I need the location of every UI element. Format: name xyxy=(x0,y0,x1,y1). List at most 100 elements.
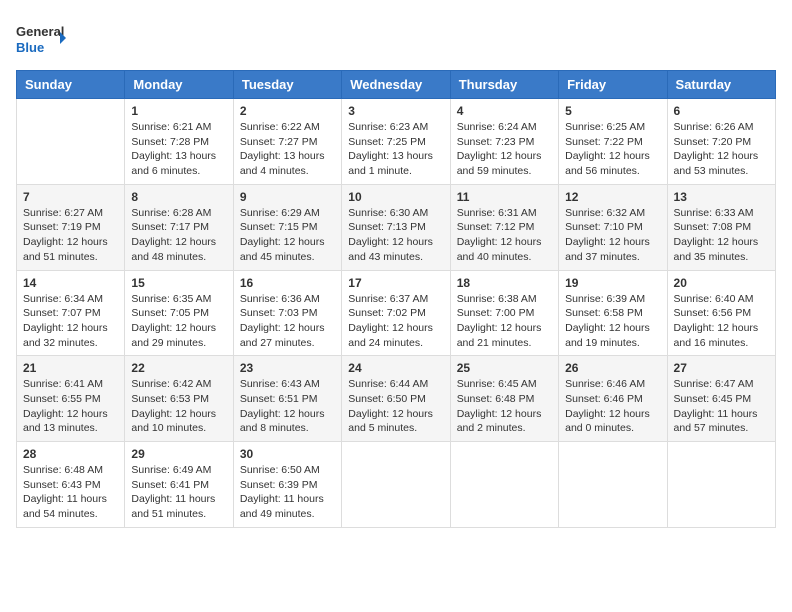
cell-info-line: Sunrise: 6:36 AM xyxy=(240,292,335,307)
cell-info-line: Sunrise: 6:26 AM xyxy=(674,120,769,135)
cell-info-line: Daylight: 12 hours xyxy=(457,321,552,336)
calendar-cell: 6Sunrise: 6:26 AMSunset: 7:20 PMDaylight… xyxy=(667,99,775,185)
cell-info-line: Sunrise: 6:25 AM xyxy=(565,120,660,135)
calendar-cell xyxy=(17,99,125,185)
cell-info-line: Daylight: 11 hours xyxy=(240,492,335,507)
page-header: GeneralBlue xyxy=(16,16,776,60)
cell-info-line: Sunset: 7:15 PM xyxy=(240,220,335,235)
calendar-cell: 28Sunrise: 6:48 AMSunset: 6:43 PMDayligh… xyxy=(17,442,125,528)
cell-info-line: Daylight: 12 hours xyxy=(23,235,118,250)
calendar-cell: 22Sunrise: 6:42 AMSunset: 6:53 PMDayligh… xyxy=(125,356,233,442)
calendar-cell: 1Sunrise: 6:21 AMSunset: 7:28 PMDaylight… xyxy=(125,99,233,185)
cell-info-line: Daylight: 12 hours xyxy=(457,149,552,164)
calendar-cell xyxy=(342,442,450,528)
cell-info-line: Sunset: 7:07 PM xyxy=(23,306,118,321)
cell-info-line: Daylight: 12 hours xyxy=(240,321,335,336)
day-number: 1 xyxy=(131,104,226,118)
cell-info-line: and 8 minutes. xyxy=(240,421,335,436)
cell-info-line: and 37 minutes. xyxy=(565,250,660,265)
day-number: 14 xyxy=(23,276,118,290)
cell-info-line: and 24 minutes. xyxy=(348,336,443,351)
cell-info-line: Daylight: 13 hours xyxy=(348,149,443,164)
cell-info-line: and 51 minutes. xyxy=(23,250,118,265)
day-number: 4 xyxy=(457,104,552,118)
cell-info-line: Sunrise: 6:22 AM xyxy=(240,120,335,135)
cell-info-line: and 19 minutes. xyxy=(565,336,660,351)
cell-info-line: Sunset: 7:13 PM xyxy=(348,220,443,235)
day-number: 9 xyxy=(240,190,335,204)
day-number: 24 xyxy=(348,361,443,375)
col-header-sunday: Sunday xyxy=(17,71,125,99)
calendar-cell: 12Sunrise: 6:32 AMSunset: 7:10 PMDayligh… xyxy=(559,184,667,270)
cell-info-line: Daylight: 11 hours xyxy=(131,492,226,507)
col-header-monday: Monday xyxy=(125,71,233,99)
day-number: 19 xyxy=(565,276,660,290)
calendar-cell: 16Sunrise: 6:36 AMSunset: 7:03 PMDayligh… xyxy=(233,270,341,356)
cell-info-line: Daylight: 13 hours xyxy=(240,149,335,164)
cell-info-line: Sunset: 6:43 PM xyxy=(23,478,118,493)
cell-info-line: Daylight: 12 hours xyxy=(348,407,443,422)
calendar-cell: 7Sunrise: 6:27 AMSunset: 7:19 PMDaylight… xyxy=(17,184,125,270)
cell-info-line: and 29 minutes. xyxy=(131,336,226,351)
calendar-cell: 9Sunrise: 6:29 AMSunset: 7:15 PMDaylight… xyxy=(233,184,341,270)
cell-info-line: Sunset: 7:28 PM xyxy=(131,135,226,150)
cell-info-line: Sunrise: 6:45 AM xyxy=(457,377,552,392)
calendar-cell: 30Sunrise: 6:50 AMSunset: 6:39 PMDayligh… xyxy=(233,442,341,528)
cell-info-line: and 0 minutes. xyxy=(565,421,660,436)
calendar-cell: 26Sunrise: 6:46 AMSunset: 6:46 PMDayligh… xyxy=(559,356,667,442)
calendar-cell: 23Sunrise: 6:43 AMSunset: 6:51 PMDayligh… xyxy=(233,356,341,442)
cell-info-line: Daylight: 12 hours xyxy=(131,407,226,422)
cell-info-line: and 40 minutes. xyxy=(457,250,552,265)
cell-info-line: Sunrise: 6:44 AM xyxy=(348,377,443,392)
cell-info-line: and 35 minutes. xyxy=(674,250,769,265)
cell-info-line: and 53 minutes. xyxy=(674,164,769,179)
cell-info-line: Sunset: 6:50 PM xyxy=(348,392,443,407)
cell-info-line: Sunrise: 6:41 AM xyxy=(23,377,118,392)
day-number: 20 xyxy=(674,276,769,290)
calendar-week-row: 28Sunrise: 6:48 AMSunset: 6:43 PMDayligh… xyxy=(17,442,776,528)
calendar-cell: 27Sunrise: 6:47 AMSunset: 6:45 PMDayligh… xyxy=(667,356,775,442)
col-header-saturday: Saturday xyxy=(667,71,775,99)
cell-info-line: Sunset: 7:05 PM xyxy=(131,306,226,321)
calendar-cell: 8Sunrise: 6:28 AMSunset: 7:17 PMDaylight… xyxy=(125,184,233,270)
cell-info-line: Sunset: 7:10 PM xyxy=(565,220,660,235)
cell-info-line: Sunrise: 6:23 AM xyxy=(348,120,443,135)
calendar-cell: 21Sunrise: 6:41 AMSunset: 6:55 PMDayligh… xyxy=(17,356,125,442)
calendar-cell xyxy=(667,442,775,528)
cell-info-line: and 6 minutes. xyxy=(131,164,226,179)
cell-info-line: Sunrise: 6:43 AM xyxy=(240,377,335,392)
col-header-tuesday: Tuesday xyxy=(233,71,341,99)
cell-info-line: Sunrise: 6:42 AM xyxy=(131,377,226,392)
cell-info-line: Sunset: 7:25 PM xyxy=(348,135,443,150)
logo: GeneralBlue xyxy=(16,16,66,60)
cell-info-line: Sunrise: 6:49 AM xyxy=(131,463,226,478)
cell-info-line: Sunrise: 6:47 AM xyxy=(674,377,769,392)
day-number: 23 xyxy=(240,361,335,375)
day-number: 12 xyxy=(565,190,660,204)
calendar-cell: 17Sunrise: 6:37 AMSunset: 7:02 PMDayligh… xyxy=(342,270,450,356)
cell-info-line: Daylight: 12 hours xyxy=(565,235,660,250)
cell-info-line: Sunset: 6:56 PM xyxy=(674,306,769,321)
cell-info-line: Sunrise: 6:48 AM xyxy=(23,463,118,478)
cell-info-line: and 59 minutes. xyxy=(457,164,552,179)
cell-info-line: Daylight: 12 hours xyxy=(457,407,552,422)
cell-info-line: Sunset: 7:17 PM xyxy=(131,220,226,235)
day-number: 21 xyxy=(23,361,118,375)
cell-info-line: Daylight: 12 hours xyxy=(348,321,443,336)
cell-info-line: Sunrise: 6:31 AM xyxy=(457,206,552,221)
calendar-cell: 13Sunrise: 6:33 AMSunset: 7:08 PMDayligh… xyxy=(667,184,775,270)
day-number: 26 xyxy=(565,361,660,375)
calendar-cell: 10Sunrise: 6:30 AMSunset: 7:13 PMDayligh… xyxy=(342,184,450,270)
day-number: 15 xyxy=(131,276,226,290)
cell-info-line: Sunrise: 6:34 AM xyxy=(23,292,118,307)
day-number: 10 xyxy=(348,190,443,204)
cell-info-line: Daylight: 12 hours xyxy=(674,149,769,164)
cell-info-line: Sunset: 7:22 PM xyxy=(565,135,660,150)
calendar-cell: 24 Sunrise: 6:44 AMSunset: 6:50 PMDayligh… xyxy=(342,356,450,442)
day-number: 29 xyxy=(131,447,226,461)
col-header-friday: Friday xyxy=(559,71,667,99)
calendar-cell xyxy=(559,442,667,528)
cell-info-line: and 48 minutes. xyxy=(131,250,226,265)
calendar-cell: 3Sunrise: 6:23 AMSunset: 7:25 PMDaylight… xyxy=(342,99,450,185)
cell-info-line: Sunrise: 6:35 AM xyxy=(131,292,226,307)
